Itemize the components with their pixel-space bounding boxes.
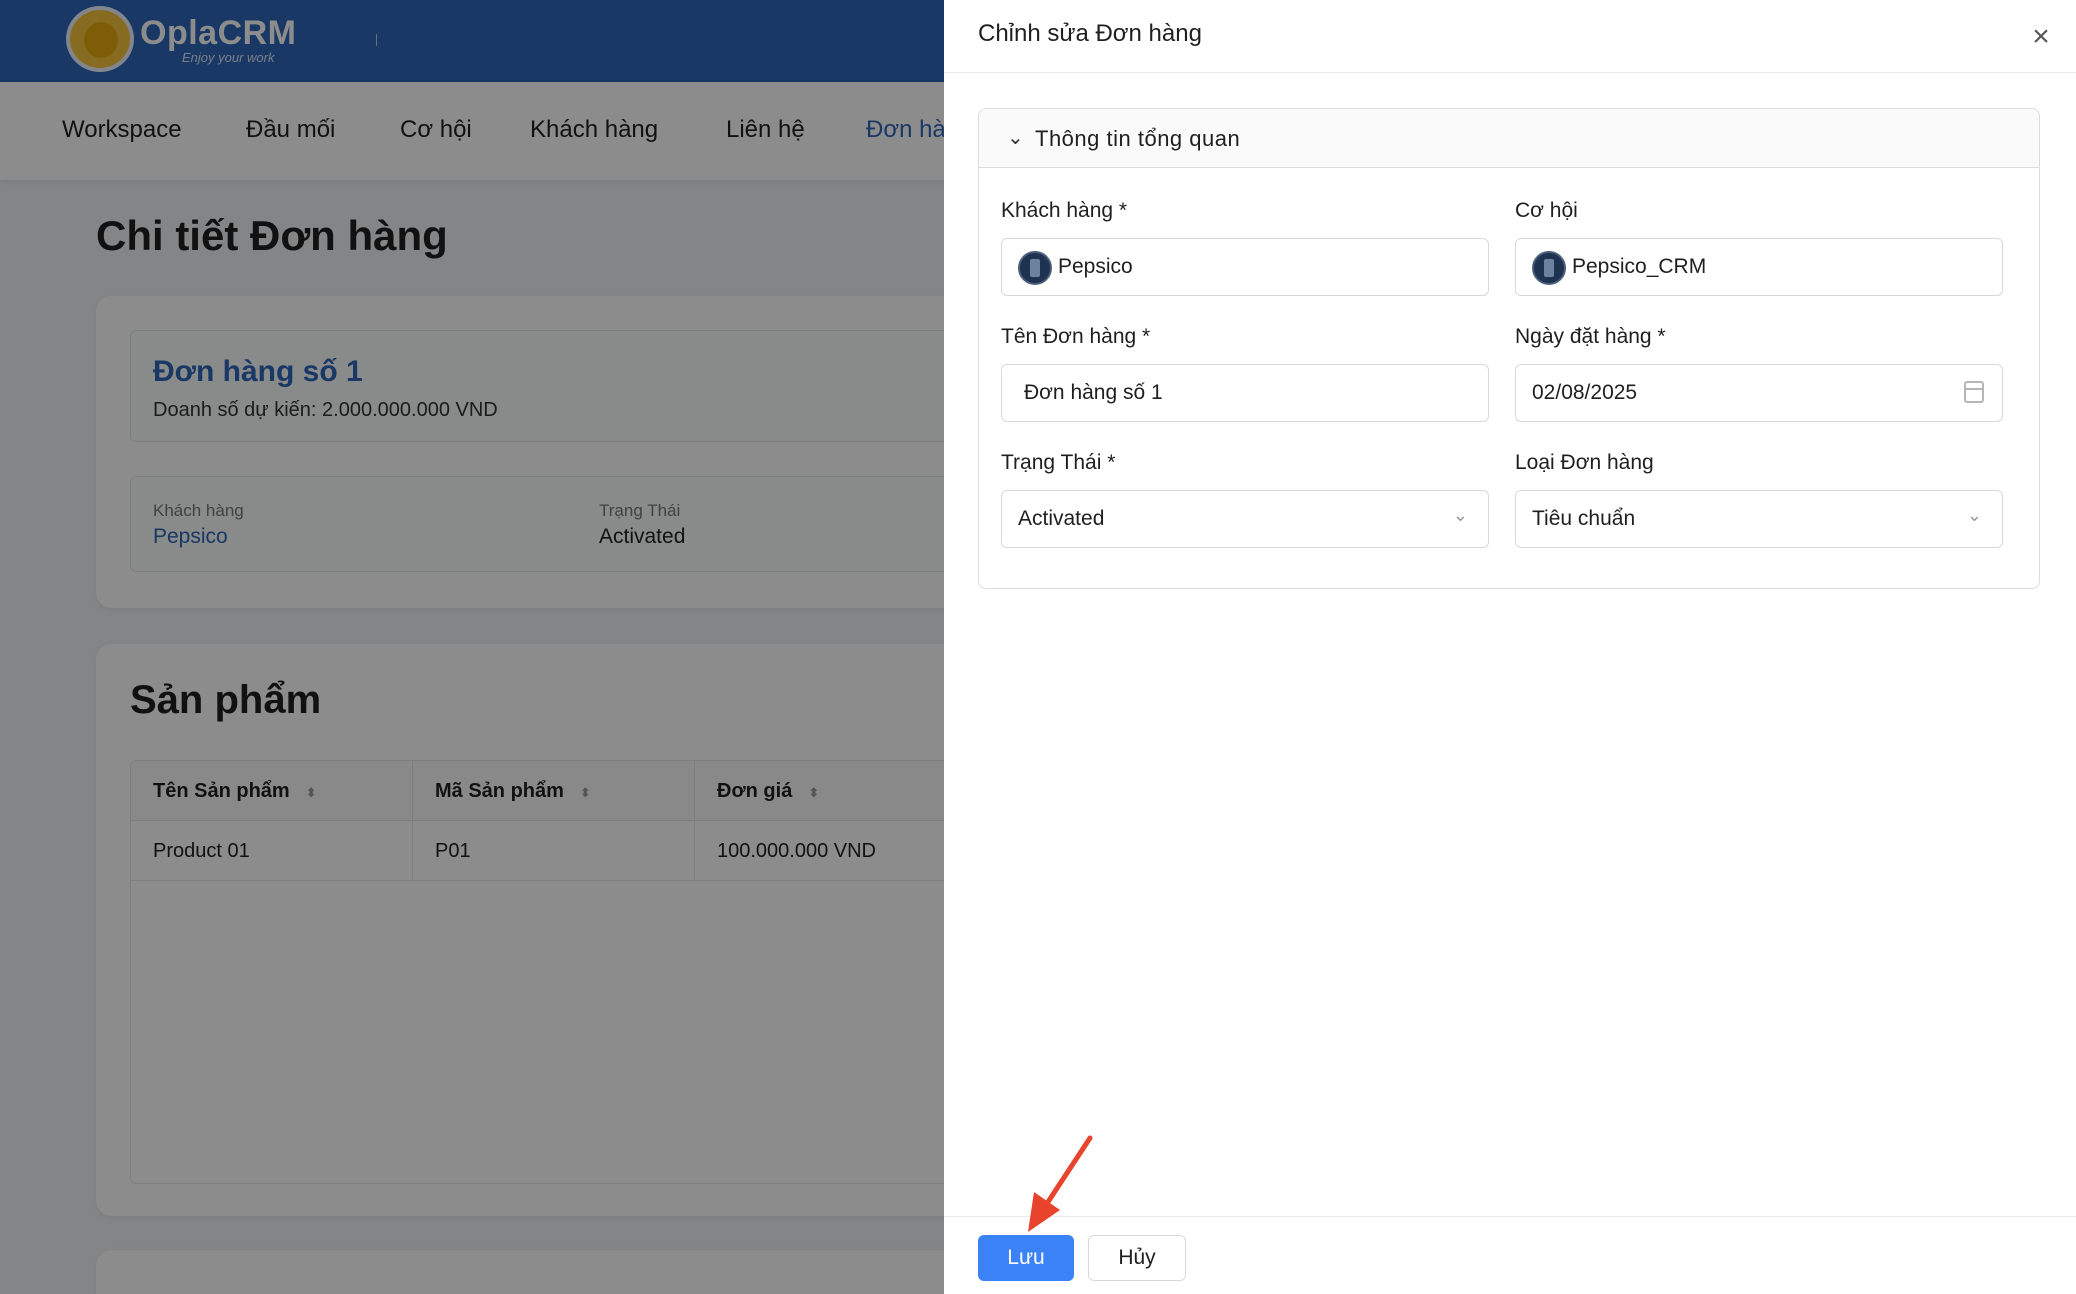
- annotation-arrow-icon: [1028, 1135, 1093, 1232]
